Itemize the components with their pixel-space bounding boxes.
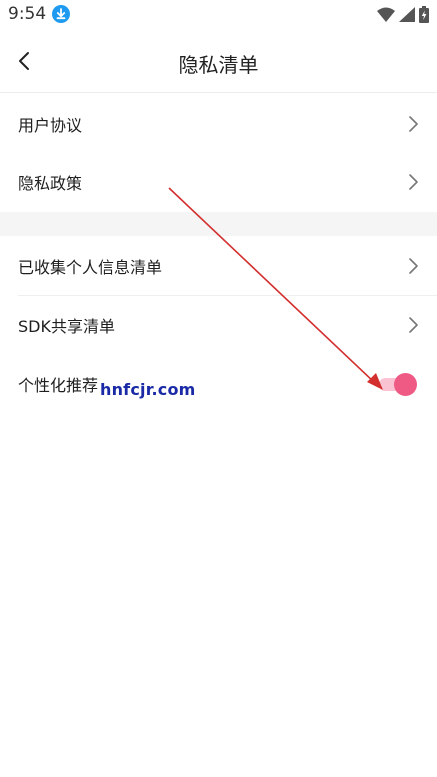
- list-item-label: 个性化推荐: [18, 376, 99, 395]
- chevron-right-icon: [409, 317, 418, 333]
- signal-icon: [399, 6, 415, 22]
- download-icon: [52, 5, 70, 23]
- battery-charging-icon: [419, 5, 429, 23]
- list-item-user-agreement[interactable]: 用户协议: [0, 95, 437, 153]
- toggle-knob: [394, 373, 417, 396]
- list-item-label: 已收集个人信息清单: [18, 258, 163, 277]
- list-item-collected-info[interactable]: 已收集个人信息清单: [0, 237, 437, 295]
- list-item-personalized-recommendation: 个性化推荐: [0, 355, 437, 413]
- chevron-right-icon: [409, 174, 418, 190]
- status-bar: 9:54: [0, 0, 437, 30]
- personalized-recommendation-toggle[interactable]: [379, 373, 417, 396]
- chevron-right-icon: [409, 258, 418, 274]
- section-separator: [0, 212, 437, 236]
- list-item-label: SDK共享清单: [18, 317, 115, 336]
- wifi-icon: [377, 7, 395, 22]
- status-icons: [377, 5, 429, 23]
- chevron-right-icon: [409, 116, 418, 132]
- status-time: 9:54: [8, 4, 47, 24]
- list-item-label: 用户协议: [18, 116, 83, 135]
- header: 隐私清单: [0, 30, 437, 93]
- list-item-label: 隐私政策: [18, 174, 83, 193]
- watermark-text: hnfcjr.com: [100, 380, 196, 399]
- list-item-sdk-sharing[interactable]: SDK共享清单: [0, 296, 437, 354]
- page-title: 隐私清单: [178, 53, 259, 77]
- list-item-privacy-policy[interactable]: 隐私政策: [0, 153, 437, 211]
